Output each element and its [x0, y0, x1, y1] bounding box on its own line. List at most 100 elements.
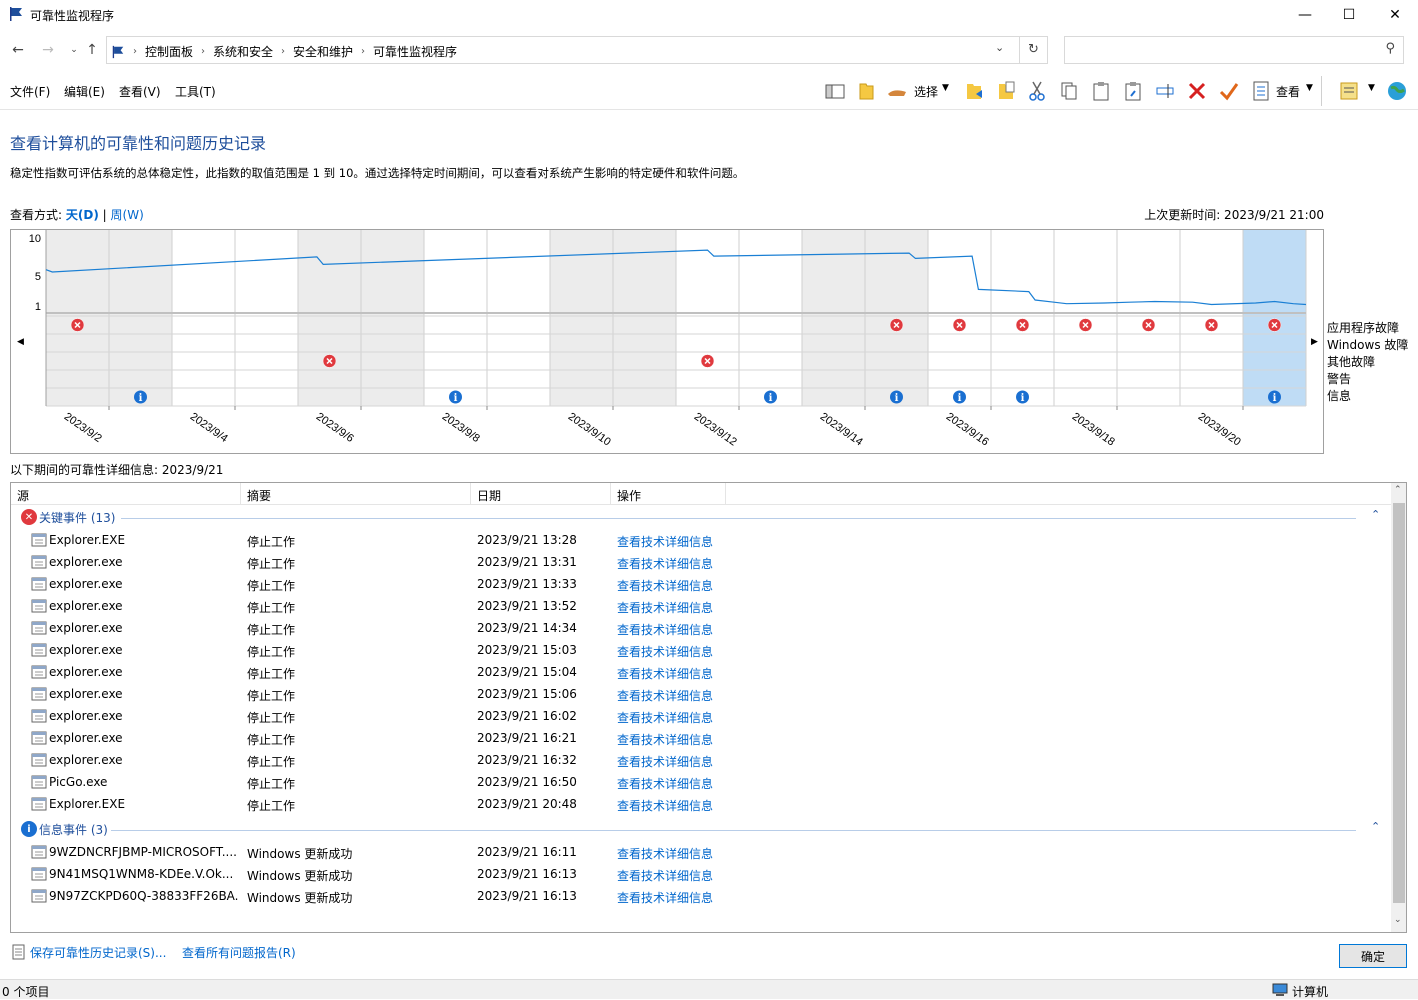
list-item[interactable]: explorer.exe 停止工作 2023/9/21 16:21 查看技术详细信息: [11, 727, 1391, 749]
breadcrumb-system-security[interactable]: 系统和安全: [213, 43, 273, 60]
list-item[interactable]: explorer.exe 停止工作 2023/9/21 15:04 查看技术详细信息: [11, 661, 1391, 683]
list-item[interactable]: 9WZDNCRFJBMP-MICROSOFT.... Windows 更新成功 20…: [11, 841, 1391, 863]
scroll-left-arrow[interactable]: ◀: [17, 337, 24, 347]
action-link[interactable]: 查看技术详细信息: [617, 753, 737, 770]
up-icon[interactable]: ↑: [82, 40, 102, 60]
checkmark-icon[interactable]: [1218, 80, 1240, 102]
action-link[interactable]: 查看技术详细信息: [617, 709, 737, 726]
collapse-chevron-icon[interactable]: ⌃: [1371, 820, 1380, 833]
copy-icon[interactable]: [1058, 80, 1080, 102]
divider: [1321, 76, 1322, 106]
scroll-up-icon[interactable]: ⌃: [1394, 485, 1402, 495]
folder-icon[interactable]: [856, 80, 878, 102]
group-header[interactable]: ✕ 关键事件 (13) ⌃: [11, 507, 1391, 527]
legend-warning: 警告: [1327, 372, 1352, 386]
recent-dropdown-icon[interactable]: ⌄: [64, 40, 84, 60]
date-cell: 2023/9/21 15:04: [477, 665, 577, 679]
breadcrumb-control-panel[interactable]: 控制面板: [145, 43, 193, 60]
properties-icon[interactable]: [1250, 80, 1272, 102]
chevron-down-icon[interactable]: ⌄: [995, 41, 1004, 54]
address-box[interactable]: › 控制面板 › 系统和安全 › 安全和维护 › 可靠性监视程序 ⌄ ↻: [106, 36, 1048, 64]
list-item[interactable]: explorer.exe 停止工作 2023/9/21 15:03 查看技术详细信息: [11, 639, 1391, 661]
cut-icon[interactable]: [1026, 80, 1048, 102]
list-item[interactable]: 9N41MSQ1WNM8-KDEe.V.Ok... Windows 更新成功 202…: [11, 863, 1391, 885]
group-header[interactable]: i 信息事件 (3) ⌃: [11, 819, 1391, 839]
source-cell: explorer.exe: [49, 709, 123, 723]
action-link[interactable]: 查看技术详细信息: [617, 845, 737, 862]
summary-cell: 停止工作: [247, 667, 296, 681]
toolbar: 选择 ▼ 查看 ▼ ▼: [0, 76, 1418, 106]
list-item[interactable]: explorer.exe 停止工作 2023/9/21 15:06 查看技术详细信息: [11, 683, 1391, 705]
action-link[interactable]: 查看技术详细信息: [617, 621, 737, 638]
view-by-day-link[interactable]: 天(D): [66, 208, 99, 222]
list-item[interactable]: explorer.exe 停止工作 2023/9/21 14:34 查看技术详细信息: [11, 617, 1391, 639]
summary-cell: 停止工作: [247, 601, 296, 615]
folder-options-icon[interactable]: [1338, 80, 1360, 102]
list-item[interactable]: explorer.exe 停止工作 2023/9/21 16:02 查看技术详细信息: [11, 705, 1391, 727]
collapse-chevron-icon[interactable]: ⌃: [1371, 508, 1380, 521]
reliability-chart[interactable]: 10 5 1 i i i i i i i 2023/9/2 2023/9/4 2023/9/6 2023/…: [10, 229, 1324, 454]
action-link[interactable]: 查看技术详细信息: [617, 797, 737, 814]
column-source[interactable]: 源: [11, 483, 241, 505]
scrollbar[interactable]: ⌃ ⌄: [1391, 483, 1406, 932]
options-dropdown-icon[interactable]: ▼: [1368, 83, 1375, 93]
select-button[interactable]: 选择: [914, 83, 938, 100]
delete-icon[interactable]: [1186, 80, 1208, 102]
list-item[interactable]: explorer.exe 停止工作 2023/9/21 13:52 查看技术详细信息: [11, 595, 1391, 617]
breadcrumb-security-maintenance[interactable]: 安全和维护: [293, 43, 353, 60]
action-link[interactable]: 查看技术详细信息: [617, 643, 737, 660]
move-to-icon[interactable]: [964, 80, 986, 102]
maximize-button[interactable]: ☐: [1326, 0, 1372, 30]
forward-icon[interactable]: →: [38, 40, 58, 60]
list-item[interactable]: explorer.exe 停止工作 2023/9/21 16:32 查看技术详细信息: [11, 749, 1391, 771]
source-cell: explorer.exe: [49, 577, 123, 591]
scroll-right-arrow[interactable]: ▶: [1311, 337, 1318, 347]
minimize-button[interactable]: —: [1282, 0, 1328, 30]
x-tick-label: 2023/9/2: [62, 411, 104, 445]
page-title: 查看计算机的可靠性和问题历史记录: [10, 134, 267, 153]
ok-button[interactable]: 确定: [1339, 944, 1407, 968]
rename-icon[interactable]: [1154, 80, 1176, 102]
list-item[interactable]: PicGo.exe 停止工作 2023/9/21 16:50 查看技术详细信息: [11, 771, 1391, 793]
search-input[interactable]: ⚲: [1064, 36, 1404, 64]
action-link[interactable]: 查看技术详细信息: [617, 775, 737, 792]
breadcrumb-reliability-monitor[interactable]: 可靠性监视程序: [373, 43, 457, 60]
computer-label: 计算机: [1292, 985, 1329, 999]
list-item[interactable]: 9N97ZCKPD60Q-38833FF26BA... Windows 更新成功 2…: [11, 885, 1391, 907]
action-link[interactable]: 查看技术详细信息: [617, 731, 737, 748]
view-button[interactable]: 查看: [1276, 83, 1300, 100]
back-icon[interactable]: ←: [8, 40, 28, 60]
view-by-week-link[interactable]: 周(W): [111, 208, 144, 222]
list-item[interactable]: explorer.exe 停止工作 2023/9/21 13:31 查看技术详细信息: [11, 551, 1391, 573]
save-history-link[interactable]: 保存可靠性历史记录(S)...: [30, 944, 166, 961]
scroll-down-icon[interactable]: ⌄: [1394, 915, 1402, 925]
action-link[interactable]: 查看技术详细信息: [617, 889, 737, 906]
day-column: [424, 230, 487, 406]
view-all-reports-link[interactable]: 查看所有问题报告(R): [182, 944, 296, 961]
action-link[interactable]: 查看技术详细信息: [617, 665, 737, 682]
app-window-icon: [31, 889, 47, 903]
copy-to-icon[interactable]: [996, 80, 1018, 102]
refresh-icon[interactable]: ↻: [1028, 42, 1039, 57]
view-dropdown-icon[interactable]: ▼: [1306, 83, 1313, 93]
list-item[interactable]: Explorer.EXE 停止工作 2023/9/21 20:48 查看技术详细信息: [11, 793, 1391, 815]
action-link[interactable]: 查看技术详细信息: [617, 555, 737, 572]
action-link[interactable]: 查看技术详细信息: [617, 687, 737, 704]
action-link[interactable]: 查看技术详细信息: [617, 599, 737, 616]
paste-shortcut-icon[interactable]: [1122, 80, 1144, 102]
action-link[interactable]: 查看技术详细信息: [617, 867, 737, 884]
close-button[interactable]: ✕: [1372, 0, 1418, 30]
select-dropdown-icon[interactable]: ▼: [942, 83, 949, 93]
action-link[interactable]: 查看技术详细信息: [617, 577, 737, 594]
list-item[interactable]: Explorer.EXE 停止工作 2023/9/21 13:28 查看技术详细信息: [11, 529, 1391, 551]
list-item[interactable]: explorer.exe 停止工作 2023/9/21 13:33 查看技术详细信息: [11, 573, 1391, 595]
hand-icon[interactable]: [886, 80, 908, 102]
column-action[interactable]: 操作: [611, 483, 726, 505]
action-link[interactable]: 查看技术详细信息: [617, 533, 737, 550]
legend-info: 信息: [1327, 389, 1352, 403]
globe-icon[interactable]: [1386, 80, 1408, 102]
layout-pane-icon[interactable]: [824, 80, 846, 102]
scroll-thumb[interactable]: [1393, 503, 1405, 903]
column-summary[interactable]: 摘要: [241, 483, 471, 505]
paste-icon[interactable]: [1090, 80, 1112, 102]
